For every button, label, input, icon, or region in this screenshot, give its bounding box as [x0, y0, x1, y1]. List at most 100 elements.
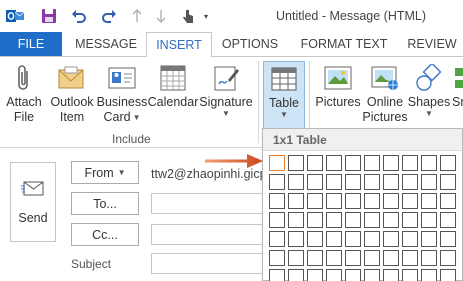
redo-icon[interactable] [98, 6, 120, 26]
table-grid-cell[interactable] [326, 193, 342, 209]
send-button[interactable]: Send [10, 162, 56, 242]
table-grid-cell[interactable] [383, 231, 399, 247]
table-grid-cell[interactable] [402, 174, 418, 190]
signature-button[interactable]: Signature ▼ [198, 61, 254, 118]
table-grid-cell[interactable] [402, 193, 418, 209]
touch-mode-icon[interactable] [178, 6, 198, 26]
table-grid-cell[interactable] [288, 269, 304, 281]
table-grid-cell[interactable] [307, 155, 323, 171]
table-grid-cell[interactable] [345, 250, 361, 266]
table-grid-cell[interactable] [364, 174, 380, 190]
table-grid-cell[interactable] [440, 212, 456, 228]
tab-format-text[interactable]: FORMAT TEXT [296, 32, 392, 56]
cc-field[interactable] [151, 224, 263, 245]
table-grid-cell[interactable] [421, 193, 437, 209]
table-grid-cell[interactable] [326, 269, 342, 281]
table-grid-cell[interactable] [402, 155, 418, 171]
table-grid-cell[interactable] [307, 250, 323, 266]
up-arrow-icon[interactable] [128, 6, 146, 26]
table-button[interactable]: Table ▼ [263, 61, 305, 129]
table-grid-cell[interactable] [345, 269, 361, 281]
table-grid-cell[interactable] [440, 250, 456, 266]
business-card-button[interactable]: Business Card ▼ [97, 61, 147, 125]
table-grid-cell[interactable] [364, 193, 380, 209]
tab-insert[interactable]: INSERT [146, 32, 212, 57]
table-grid-cell[interactable] [421, 174, 437, 190]
table-grid-cell[interactable] [402, 269, 418, 281]
table-grid-cell[interactable] [269, 193, 285, 209]
outlook-item-button[interactable]: Outlook Item [49, 61, 95, 125]
tab-file[interactable]: FILE [0, 32, 62, 56]
table-grid-cell[interactable] [345, 193, 361, 209]
table-grid-cell[interactable] [269, 212, 285, 228]
tab-review[interactable]: REVIEW [404, 32, 460, 56]
table-grid-cell[interactable] [326, 155, 342, 171]
from-button[interactable]: From ▼ [71, 161, 139, 184]
table-grid-cell[interactable] [421, 155, 437, 171]
table-grid-cell[interactable] [440, 174, 456, 190]
table-grid-cell[interactable] [269, 174, 285, 190]
table-grid-cell[interactable] [421, 231, 437, 247]
table-grid-cell[interactable] [326, 231, 342, 247]
table-grid-cell[interactable] [326, 174, 342, 190]
table-grid-cell[interactable] [269, 231, 285, 247]
to-button[interactable]: To... [71, 192, 139, 215]
table-grid-cell[interactable] [440, 155, 456, 171]
table-grid-cell[interactable] [345, 155, 361, 171]
table-grid-cell[interactable] [364, 231, 380, 247]
table-grid-cell[interactable] [421, 250, 437, 266]
table-grid-cell[interactable] [383, 269, 399, 281]
table-grid-cell[interactable] [307, 231, 323, 247]
table-grid-cell[interactable] [269, 269, 285, 281]
table-grid-cell[interactable] [383, 250, 399, 266]
table-grid-cell[interactable] [288, 193, 304, 209]
table-grid-cell[interactable] [402, 250, 418, 266]
cc-button[interactable]: Cc... [71, 223, 139, 246]
table-grid-cell[interactable] [307, 212, 323, 228]
table-grid-cell[interactable] [402, 231, 418, 247]
subject-field[interactable] [151, 253, 263, 274]
table-grid-cell[interactable] [364, 269, 380, 281]
tab-message[interactable]: MESSAGE [70, 32, 142, 56]
attach-file-button[interactable]: Attach File [4, 61, 44, 125]
customize-caret-icon[interactable]: ▾ [200, 6, 212, 26]
table-grid-cell[interactable] [421, 269, 437, 281]
table-grid-cell[interactable] [383, 193, 399, 209]
save-icon[interactable] [38, 6, 60, 26]
table-grid-cell[interactable] [364, 155, 380, 171]
table-grid-cell[interactable] [288, 231, 304, 247]
table-grid-cell[interactable] [288, 212, 304, 228]
table-grid-cell[interactable] [307, 193, 323, 209]
table-grid-cell[interactable] [326, 212, 342, 228]
to-field[interactable] [151, 193, 263, 214]
down-arrow-icon[interactable] [152, 6, 170, 26]
table-grid-cell[interactable] [364, 212, 380, 228]
tab-options[interactable]: OPTIONS [218, 32, 282, 56]
table-grid-cell[interactable] [345, 174, 361, 190]
table-grid-cell[interactable] [269, 250, 285, 266]
table-grid-cell[interactable] [402, 212, 418, 228]
table-grid-cell[interactable] [345, 231, 361, 247]
table-grid-cell[interactable] [440, 193, 456, 209]
table-grid-cell[interactable] [345, 212, 361, 228]
table-grid-cell[interactable] [288, 174, 304, 190]
shapes-button[interactable]: Shapes ▼ [408, 61, 450, 118]
calendar-button[interactable]: Calendar [148, 61, 198, 110]
table-grid-cell[interactable] [307, 174, 323, 190]
table-grid-cell[interactable] [440, 269, 456, 281]
online-pictures-button[interactable]: Online Pictures [362, 61, 408, 125]
table-grid-cell[interactable] [269, 155, 285, 171]
table-grid-cell[interactable] [364, 250, 380, 266]
table-grid-cell[interactable] [288, 250, 304, 266]
smartart-button[interactable]: Sm [452, 61, 463, 110]
pictures-button[interactable]: Pictures [313, 61, 363, 110]
table-grid-cell[interactable] [383, 174, 399, 190]
table-grid-cell[interactable] [288, 155, 304, 171]
table-grid-cell[interactable] [383, 212, 399, 228]
undo-icon[interactable] [68, 6, 90, 26]
table-grid-cell[interactable] [307, 269, 323, 281]
table-grid-cell[interactable] [440, 231, 456, 247]
table-grid-cell[interactable] [421, 212, 437, 228]
table-grid-cell[interactable] [383, 155, 399, 171]
table-grid-cell[interactable] [326, 250, 342, 266]
